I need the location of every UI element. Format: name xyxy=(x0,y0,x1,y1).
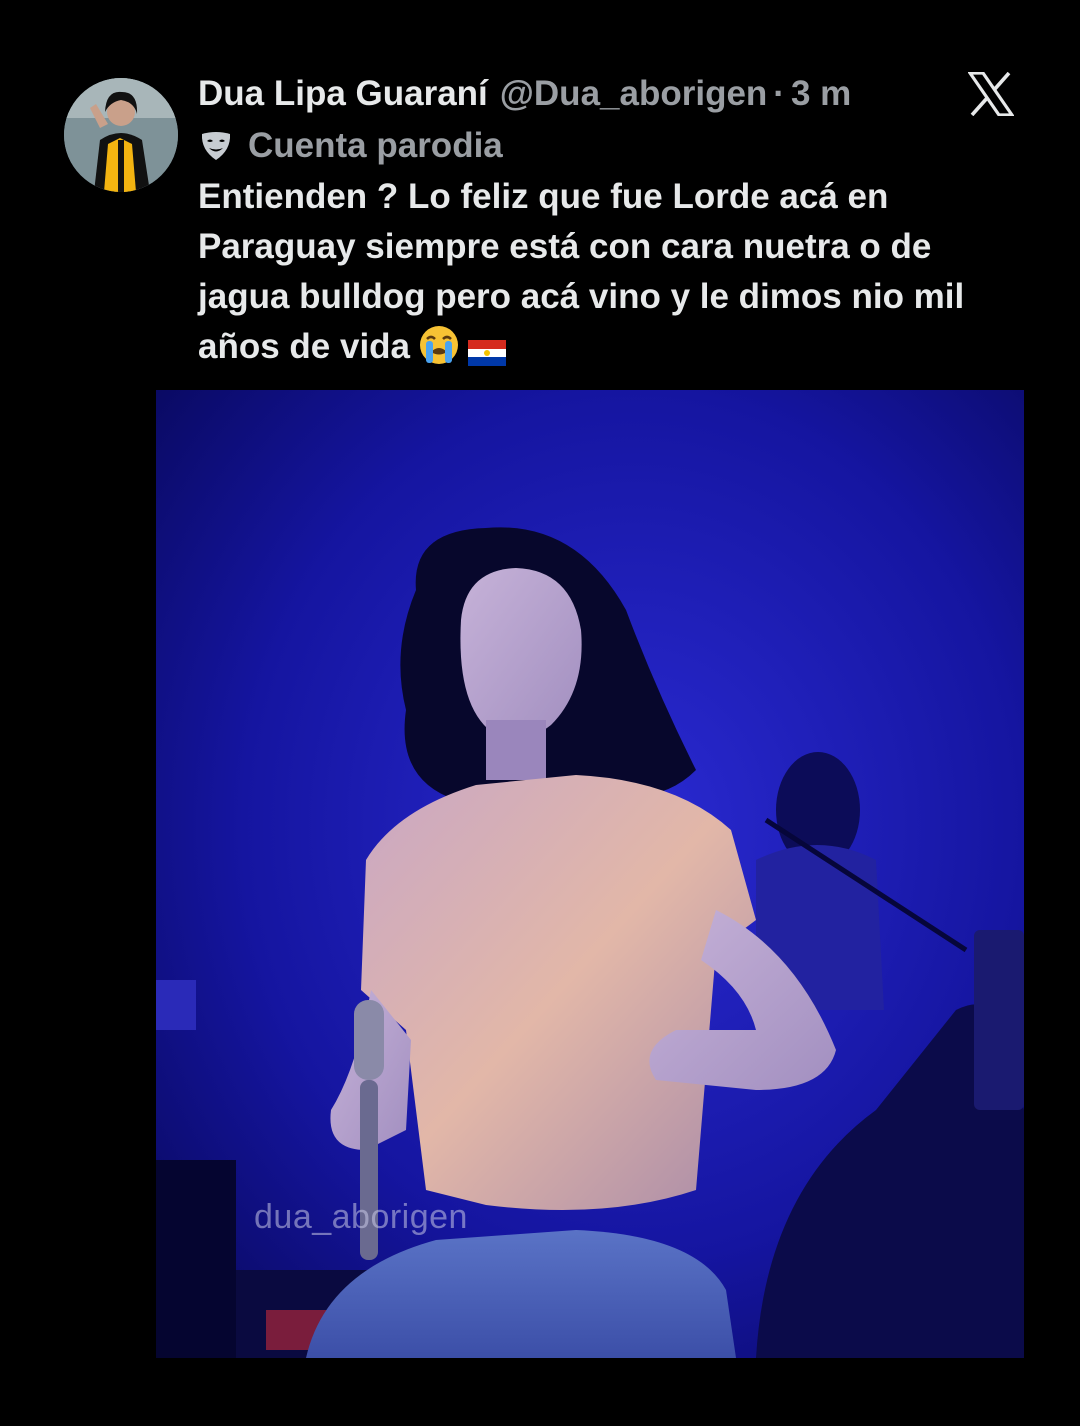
parody-label-row: Cuenta parodia xyxy=(198,122,503,170)
theater-mask-icon xyxy=(198,128,234,164)
x-logo-icon[interactable] xyxy=(966,71,1016,117)
post-media-image[interactable]: dua_aborigen xyxy=(156,390,1024,1358)
separator-dot: · xyxy=(773,74,785,113)
tweet-card: Dua Lipa Guaraní @Dua_aborigen · 3 m Cue… xyxy=(0,0,1080,1426)
tweet-text-block: Entienden ? Lo feliz que fue Lorde acá e… xyxy=(198,172,1028,380)
tweet-text: Entienden ? Lo feliz que fue Lorde acá e… xyxy=(198,177,965,366)
user-handle[interactable]: @Dua_aborigen xyxy=(500,70,768,118)
avatar[interactable] xyxy=(64,78,178,192)
post-time[interactable]: 3 m xyxy=(791,70,851,118)
paraguay-flag-icon xyxy=(468,330,507,380)
crying-face-icon xyxy=(418,324,460,380)
post-header: Dua Lipa Guaraní @Dua_aborigen · 3 m xyxy=(198,70,851,118)
media-watermark: dua_aborigen xyxy=(254,1198,468,1236)
display-name[interactable]: Dua Lipa Guaraní xyxy=(198,70,488,118)
parody-label: Cuenta parodia xyxy=(248,126,503,165)
